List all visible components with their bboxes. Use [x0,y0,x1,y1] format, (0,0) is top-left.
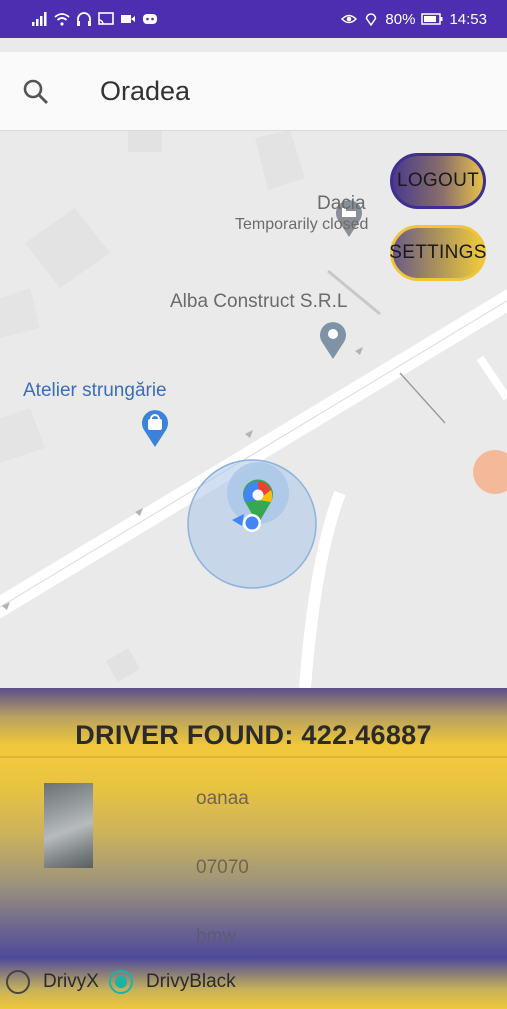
status-bar-left-icons [32,12,158,26]
map-label-dacia-status: Temporarily closed [235,216,369,233]
search-bar[interactable]: Oradea [0,52,507,131]
wifi-icon [54,13,70,26]
ride-type-selector: DrivyX DrivyBlack [6,970,246,994]
video-icon [121,15,135,23]
map-view[interactable] [0,38,507,688]
map-label-alba-construct[interactable]: Alba Construct S.R.L [170,291,347,313]
battery-icon [421,13,443,25]
location-icon [366,13,377,26]
radio-label-drivyblack[interactable]: DrivyBlack [146,971,236,993]
current-location-icon [187,459,317,589]
search-icon[interactable] [22,78,50,106]
driver-photo [44,783,93,868]
driver-car: bmw [196,926,237,947]
radio-drivyblack[interactable] [108,970,133,994]
map-label-dacia[interactable]: Dacia [317,193,366,215]
headphones-icon [77,12,91,26]
discord-icon [143,14,157,24]
driver-name: oanaa [196,788,249,809]
eye-icon [341,14,358,24]
driver-found-title: DRIVER FOUND: 422.46887 [75,720,432,750]
driver-phone: 07070 [196,857,249,878]
signal-icon [32,12,47,26]
place-pin-icon[interactable] [318,320,348,360]
panel-divider [0,756,507,758]
settings-button[interactable]: SETTINGS [389,225,486,281]
status-bar-right: 80% 14:53 [341,11,487,28]
map-background [0,38,507,688]
battery-percent: 80% [385,10,416,28]
radio-label-drivyx[interactable]: DrivyX [43,971,99,993]
cast-icon [98,12,114,25]
shopping-pin-icon[interactable] [140,408,170,448]
status-bar: 80% 14:53 [0,0,507,38]
clock: 14:53 [449,10,487,28]
search-input[interactable]: Oradea [100,76,190,107]
logout-button[interactable]: LOGOUT [390,153,486,209]
map-label-atelier[interactable]: Atelier strungărie [23,380,167,402]
radio-drivyx[interactable] [6,970,30,994]
